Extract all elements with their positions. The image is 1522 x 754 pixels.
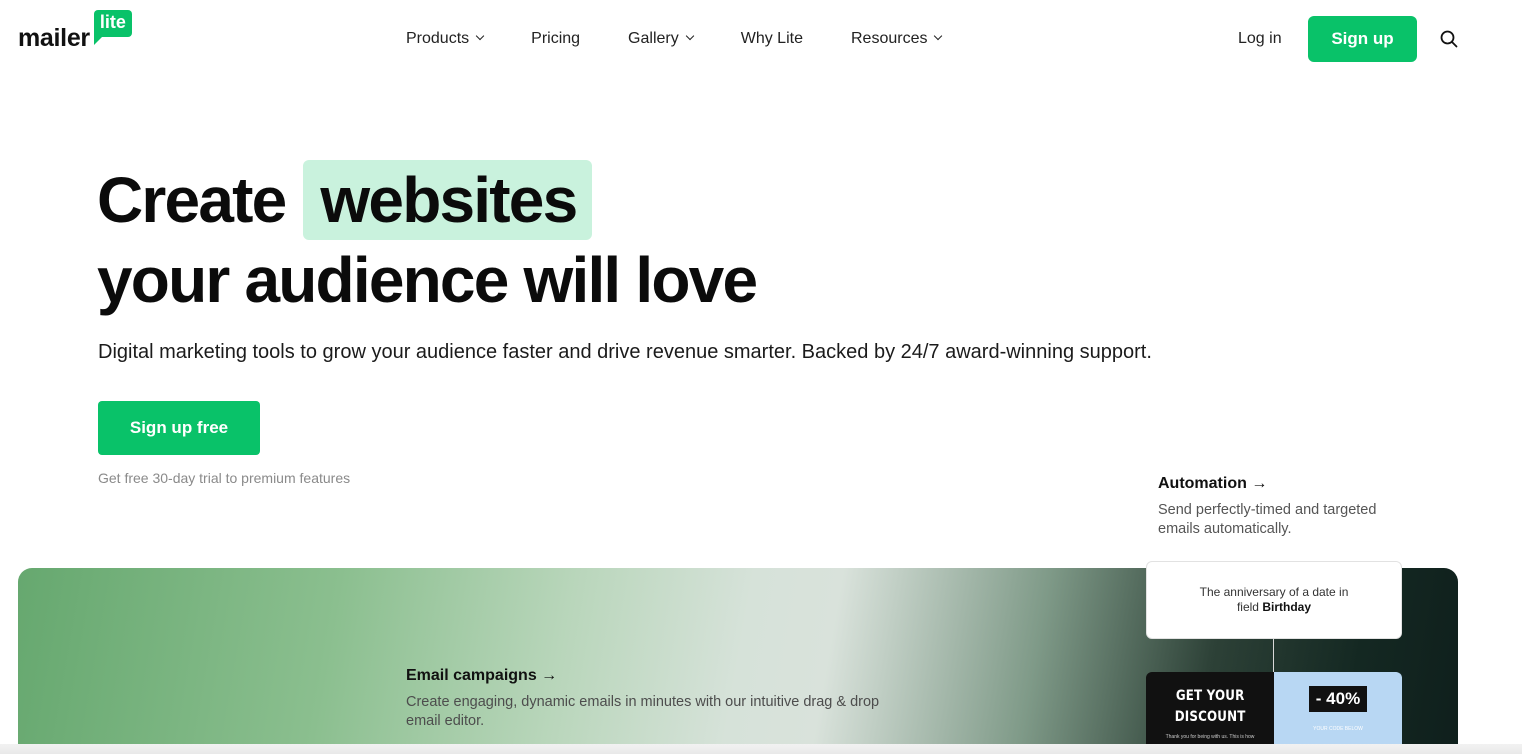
chevron-down-icon bbox=[475, 31, 485, 41]
trial-note: Get free 30-day trial to premium feature… bbox=[98, 470, 351, 486]
promo-small-text: Thank you for being with us. This is how bbox=[1165, 734, 1255, 740]
logo-word: mailer bbox=[18, 24, 90, 52]
nav-resources[interactable]: Resources bbox=[850, 30, 943, 48]
promo-discount: - 40% bbox=[1308, 686, 1368, 712]
workflow-connector bbox=[1273, 639, 1274, 673]
nav-products[interactable]: Products bbox=[406, 30, 485, 48]
chevron-down-icon bbox=[685, 31, 694, 41]
chevron-down-icon bbox=[934, 31, 943, 41]
logo-badge: lite bbox=[93, 10, 132, 45]
automation-trigger-card: The anniversary of a date in field Birth… bbox=[1146, 561, 1402, 639]
hero-title-line1: Create websites bbox=[97, 160, 593, 240]
hero-title-highlight-word: websites bbox=[320, 164, 578, 236]
nav-pricing-label: Pricing bbox=[531, 30, 581, 47]
page-bottom-edge bbox=[0, 744, 1522, 754]
nav-resources-label: Resources bbox=[850, 30, 928, 47]
hero-subtitle: Digital marketing tools to grow your aud… bbox=[98, 341, 1152, 363]
promo-left-panel: GET YOUR DISCOUNT Thank you for being wi… bbox=[1146, 672, 1274, 754]
hero-title-highlight: websites bbox=[303, 160, 593, 240]
email-campaigns-desc: Create engaging, dynamic emails in minut… bbox=[406, 694, 880, 729]
discount-email-preview: GET YOUR DISCOUNT Thank you for being wi… bbox=[1146, 672, 1402, 754]
automation-desc: Send perfectly-timed and targeted emails… bbox=[1158, 502, 1377, 537]
nav-why-lite[interactable]: Why Lite bbox=[741, 30, 803, 48]
hero-title-word: Create bbox=[97, 164, 287, 236]
promo-code-text: YOUR CODE BELOW bbox=[1313, 726, 1363, 732]
trigger-line1: The anniversary of a date in bbox=[1199, 585, 1349, 599]
nav-pricing[interactable]: Pricing bbox=[531, 30, 580, 48]
signup-free-button[interactable]: Sign up free bbox=[98, 401, 260, 455]
trigger-field-prefix: field bbox=[1236, 600, 1259, 614]
signup-button[interactable]: Sign up bbox=[1308, 16, 1417, 62]
hero-title-line2: your audience will love bbox=[97, 244, 758, 316]
email-campaigns-link[interactable]: Email campaigns → bbox=[406, 667, 557, 685]
main-nav: Products Pricing Gallery Why Lite Resour… bbox=[406, 26, 989, 52]
trigger-line2: field Birthday bbox=[1237, 600, 1311, 615]
mailerlite-logo[interactable]: mailer lite bbox=[18, 10, 132, 52]
promo-title: GET YOUR DISCOUNT bbox=[1175, 686, 1246, 728]
nav-why-lite-label: Why Lite bbox=[740, 30, 803, 47]
search-icon bbox=[1440, 30, 1458, 48]
trigger-field-name: Birthday bbox=[1262, 600, 1312, 614]
promo-title-line2: DISCOUNT bbox=[1174, 709, 1246, 725]
nav-gallery-label: Gallery bbox=[628, 30, 679, 47]
nav-gallery[interactable]: Gallery bbox=[628, 30, 694, 48]
login-link[interactable]: Log in bbox=[1238, 30, 1282, 48]
promo-title-line1: GET YOUR bbox=[1175, 688, 1245, 704]
nav-products-label: Products bbox=[406, 30, 470, 47]
automation-link[interactable]: Automation → bbox=[1158, 475, 1267, 493]
promo-right-panel: - 40% YOUR CODE BELOW bbox=[1274, 672, 1402, 754]
search-button[interactable] bbox=[1439, 29, 1459, 49]
